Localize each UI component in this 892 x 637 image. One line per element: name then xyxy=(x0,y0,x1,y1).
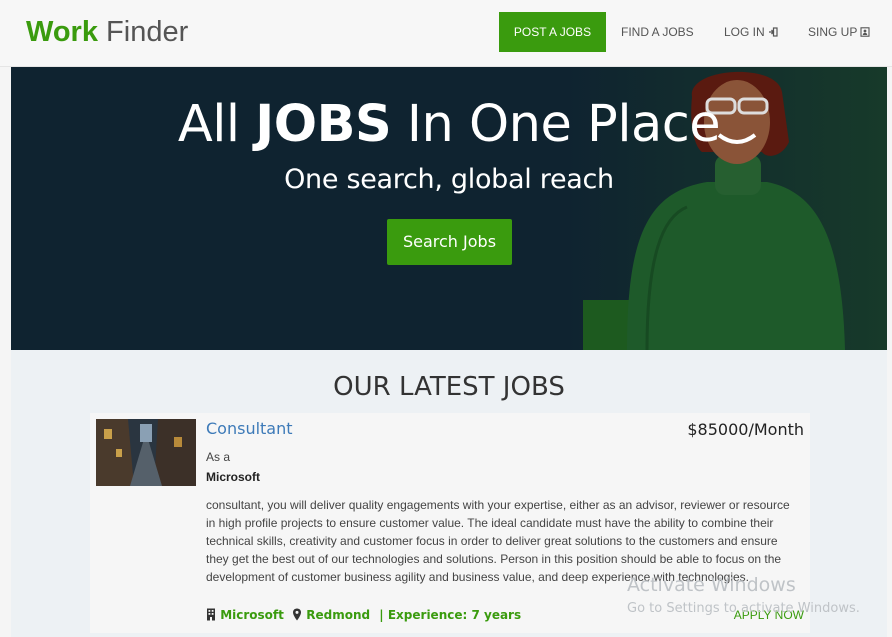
navbar: Work Finder POST A JOBS FIND A JOBS LOG … xyxy=(0,0,892,67)
find-jobs-link[interactable]: FIND A JOBS xyxy=(621,12,694,52)
hero-title-part1: All xyxy=(177,95,256,154)
job-intro: As a xyxy=(206,450,231,464)
job-salary: $85000/Month xyxy=(687,420,804,439)
map-marker-icon xyxy=(293,608,302,621)
hero-title-bold: JOBS xyxy=(255,95,392,154)
building-icon xyxy=(207,608,215,621)
hero-title: All JOBS In One Place xyxy=(11,95,887,155)
activate-windows-watermark: Activate Windows xyxy=(627,574,796,596)
latest-jobs-heading: OUR LATEST JOBS xyxy=(333,372,565,402)
sign-up-label: SING UP xyxy=(808,25,858,39)
job-description: consultant, you will deliver quality eng… xyxy=(206,498,790,584)
hero-title-part2: In One Place xyxy=(391,95,721,154)
post-jobs-button[interactable]: POST A JOBS xyxy=(499,12,606,52)
activate-windows-subtext: Go to Settings to activate Windows. xyxy=(627,601,860,616)
job-meta-company: Microsoft xyxy=(220,607,284,622)
sign-in-icon xyxy=(768,27,778,37)
hero-banner: All JOBS In One Place One search, global… xyxy=(11,67,887,350)
brand-word-work: Work xyxy=(26,16,98,48)
log-in-label: LOG IN xyxy=(724,25,765,39)
brand-logo[interactable]: Work Finder xyxy=(26,14,188,50)
job-company: Microsoft xyxy=(206,470,260,484)
sign-up-link[interactable]: SING UP xyxy=(808,12,870,52)
job-meta: Microsoft Redmond | Experience: 7 years xyxy=(206,607,521,622)
search-jobs-button[interactable]: Search Jobs xyxy=(387,219,512,265)
hero-subtitle: One search, global reach xyxy=(284,164,614,195)
job-meta-location: Redmond xyxy=(306,607,371,622)
job-thumbnail-image xyxy=(96,419,196,486)
user-card-icon xyxy=(860,27,870,37)
job-card: Consultant $85000/Month As a Microsoft c… xyxy=(90,413,810,633)
log-in-link[interactable]: LOG IN xyxy=(724,12,778,52)
brand-word-finder: Finder xyxy=(106,16,189,48)
job-title-link[interactable]: Consultant xyxy=(206,419,293,438)
job-meta-experience: | Experience: 7 years xyxy=(379,607,522,622)
